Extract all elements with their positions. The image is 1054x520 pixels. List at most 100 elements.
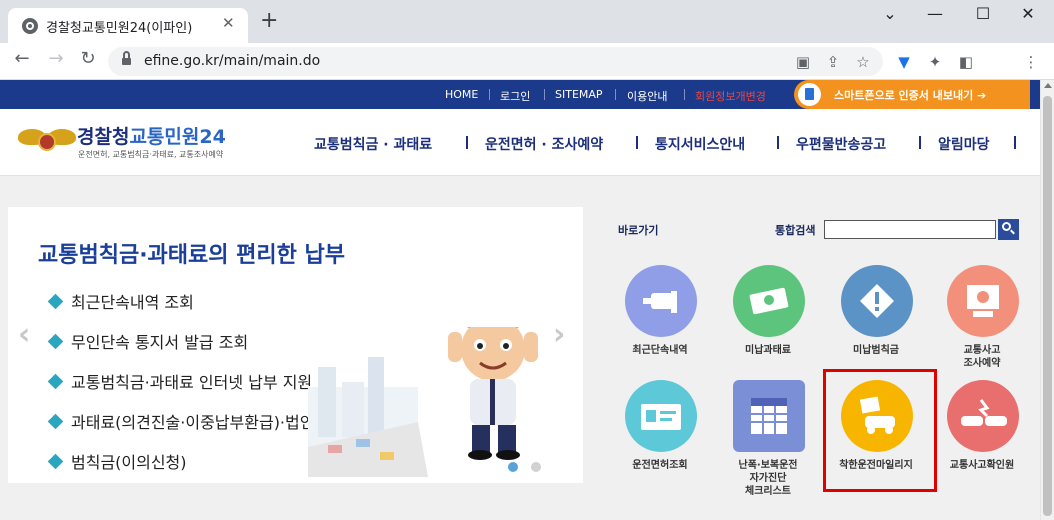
- tab-strip: 경찰청교통민원24(이파인) ✕ + ⌄ — ☐ ✕: [0, 0, 1054, 43]
- calendar-check-icon: [733, 380, 805, 452]
- banner-next-arrow[interactable]: ›: [553, 317, 565, 352]
- sitemap-link[interactable]: SITEMAP: [555, 88, 603, 101]
- member-info-link[interactable]: 회원정보개변경: [695, 88, 766, 104]
- tab-close-icon[interactable]: ✕: [222, 14, 235, 32]
- police-emblem-logo[interactable]: [18, 123, 76, 155]
- browser-tab[interactable]: 경찰청교통민원24(이파인) ✕: [8, 8, 248, 43]
- share-icon[interactable]: ⇪: [822, 53, 844, 71]
- banner-item-label: 무인단속 통지서 발급 조회: [71, 333, 249, 352]
- banner-item[interactable]: 교통범칙금·과태료 인터넷 납부 지원 등: [47, 369, 332, 393]
- nav-notice-service[interactable]: 통지서비스안내: [655, 134, 745, 154]
- quick-license-lookup[interactable]: 운전면허조회: [608, 380, 712, 496]
- quick-unpaid-penalty[interactable]: 미납범칙금: [824, 265, 928, 381]
- banner-dot[interactable]: [531, 462, 541, 472]
- diamond-bullet-icon: [47, 333, 64, 350]
- highlight-box: [823, 369, 937, 492]
- banner-dot-active[interactable]: [508, 462, 518, 472]
- search-icon[interactable]: [998, 219, 1019, 240]
- web-page: HOME 로그인 SITEMAP 이용안내 회원정보개변경 스마트폰으로 인증서…: [0, 80, 1040, 520]
- site-title-b: 교통민원24: [129, 126, 226, 148]
- banner-item[interactable]: 최근단속내역 조회: [47, 289, 194, 313]
- export-certificate-label: 스마트폰으로 인증서 내보내기 ➔: [834, 89, 987, 102]
- quick-item-label: 미납과태료: [745, 345, 791, 356]
- divider: [466, 136, 468, 149]
- browser-toolbar: ← → ↻ efine.go.kr/main/main.do ▣ ⇪ ☆ ▼ ✦…: [0, 43, 1054, 113]
- quick-item-label: 난폭·보복운전 자가진단 체크리스트: [738, 460, 798, 497]
- lock-icon[interactable]: [122, 51, 131, 66]
- quick-accident-reservation[interactable]: 교통사고 조사예약: [930, 265, 1034, 381]
- divider: [777, 136, 779, 149]
- quick-unpaid-fine[interactable]: 미납과태료: [716, 265, 820, 381]
- back-icon[interactable]: ←: [8, 48, 36, 69]
- quick-item-label: 교통사고 조사예약: [963, 345, 1001, 369]
- phone-icon: [798, 83, 821, 106]
- integrated-search-label: 통합검색: [775, 224, 816, 237]
- cctv-camera-icon: [625, 265, 697, 337]
- page-scrollbar[interactable]: [1040, 80, 1054, 520]
- extensions-puzzle-icon[interactable]: ✦: [924, 53, 946, 71]
- diamond-bullet-icon: [47, 373, 64, 390]
- diamond-bullet-icon: [47, 453, 64, 470]
- nav-announcements[interactable]: 알림마당: [938, 134, 990, 154]
- banner-item[interactable]: 무인단속 통지서 발급 조회: [47, 329, 249, 353]
- quick-recent-enforcement[interactable]: 최근단속내역: [608, 265, 712, 381]
- nav-fines[interactable]: 교통범칙금 · 과태료: [314, 134, 432, 154]
- warning-diamond-icon: [841, 265, 913, 337]
- reload-icon[interactable]: ↻: [74, 48, 102, 69]
- bookmark-star-icon[interactable]: ☆: [852, 53, 874, 71]
- divider: [684, 89, 685, 100]
- popup-blocked-icon[interactable]: ▣: [792, 53, 814, 71]
- globe-icon: [22, 18, 38, 34]
- banner-prev-arrow[interactable]: ‹: [18, 317, 30, 352]
- site-header: 경찰청교통민원24 운전면허, 교통범칙금·과태료, 교통조사예약 교통범칙금 …: [0, 109, 1040, 176]
- export-certificate-button[interactable]: 스마트폰으로 인증서 내보내기 ➔: [794, 80, 1030, 109]
- quick-item-label: 교통사고확인원: [949, 460, 1015, 471]
- side-panel-icon[interactable]: ◧: [955, 53, 977, 71]
- forward-icon[interactable]: →: [42, 48, 70, 69]
- banner-item[interactable]: 과태료(의견진술·이중납부환급)·법인신청: [47, 409, 344, 433]
- home-link[interactable]: HOME: [445, 88, 478, 101]
- scroll-up-icon[interactable]: [1044, 83, 1052, 88]
- extension-v-icon[interactable]: ▼: [893, 53, 915, 71]
- divider: [489, 89, 490, 100]
- banner-title: 교통범칙금·과태료의 편리한 납부: [38, 243, 346, 268]
- banner-item-label: 최근단속내역 조회: [71, 293, 194, 312]
- guide-link[interactable]: 이용안내: [627, 88, 667, 104]
- divider: [615, 89, 616, 100]
- monitor-icon: [947, 265, 1019, 337]
- tab-search-icon[interactable]: ⌄: [870, 4, 910, 23]
- tab-title: 경찰청교통민원24(이파인): [46, 21, 193, 36]
- url-text: efine.go.kr/main/main.do: [144, 53, 321, 69]
- new-tab-button[interactable]: +: [260, 10, 278, 32]
- scrollbar-thumb[interactable]: [1043, 96, 1052, 516]
- quick-item-label: 미납범칙금: [853, 345, 899, 356]
- address-bar[interactable]: efine.go.kr/main/main.do ▣ ⇪ ☆: [108, 47, 883, 76]
- banner-item[interactable]: 범칙금(이의신청): [47, 449, 187, 473]
- nav-returned-mail[interactable]: 우편물반송공고: [796, 134, 886, 154]
- quick-reckless-driving-checklist[interactable]: 난폭·보복운전 자가진단 체크리스트: [716, 380, 820, 497]
- divider: [636, 136, 638, 149]
- car-crash-icon: [947, 380, 1019, 452]
- quick-accident-certificate[interactable]: 교통사고확인원: [930, 380, 1034, 496]
- menu-kebab-icon[interactable]: ⋮: [1020, 53, 1042, 71]
- search-input[interactable]: [824, 220, 996, 239]
- banner-item-label: 범칙금(이의신청): [71, 453, 187, 472]
- quick-item-label: 운전면허조회: [632, 460, 688, 471]
- minimize-button[interactable]: —: [915, 4, 955, 23]
- divider: [544, 89, 545, 100]
- banner-item-label: 과태료(의견진술·이중납부환급)·법인신청: [71, 413, 344, 432]
- main-banner: 교통범칙금·과태료의 편리한 납부 최근단속내역 조회 무인단속 통지서 발급 …: [8, 207, 583, 483]
- login-link[interactable]: 로그인: [500, 88, 530, 104]
- emblem-core: [38, 133, 56, 151]
- utility-bar: HOME 로그인 SITEMAP 이용안내 회원정보개변경 스마트폰으로 인증서…: [0, 80, 1040, 109]
- close-window-button[interactable]: ✕: [1008, 4, 1048, 23]
- divider: [919, 136, 921, 149]
- money-bill-icon: [733, 265, 805, 337]
- maximize-button[interactable]: ☐: [963, 4, 1003, 23]
- site-title[interactable]: 경찰청교통민원24: [77, 122, 226, 149]
- diamond-bullet-icon: [47, 413, 64, 430]
- nav-license[interactable]: 운전면허 · 조사예약: [485, 134, 603, 154]
- divider: [1014, 136, 1016, 149]
- site-title-a: 경찰청: [77, 126, 130, 148]
- quick-item-label: 최근단속내역: [632, 345, 688, 356]
